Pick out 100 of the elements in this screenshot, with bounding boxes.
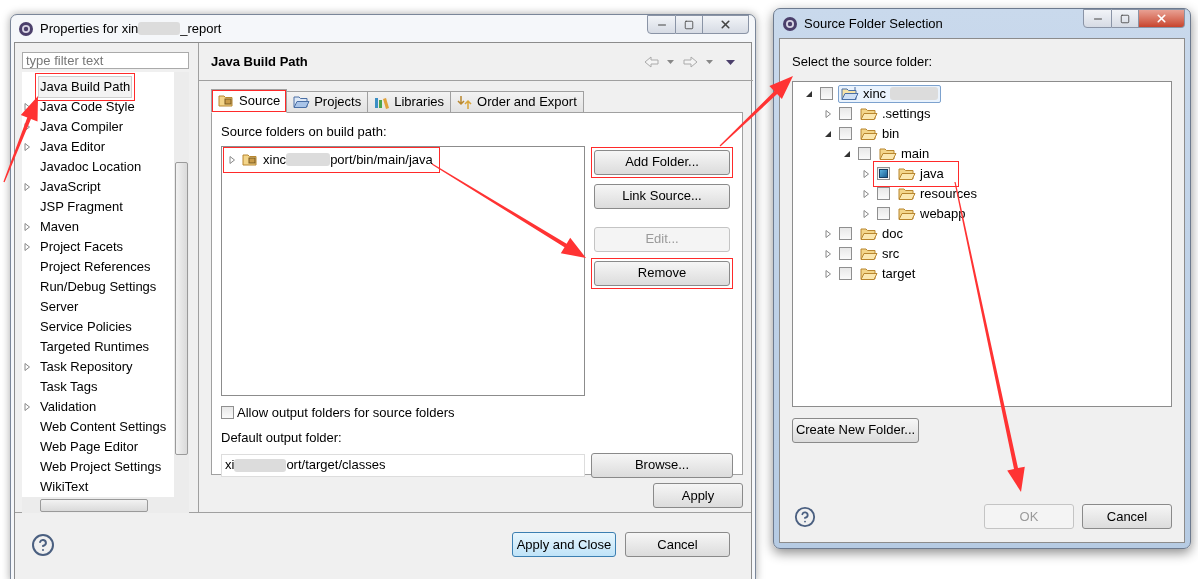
maximize-button[interactable] bbox=[676, 15, 703, 34]
folder-icon bbox=[898, 166, 916, 181]
dialog-button[interactable]: Create New Folder... bbox=[792, 417, 919, 443]
checkbox[interactable] bbox=[839, 227, 852, 240]
preference-tree-item[interactable]: Task Repository bbox=[38, 356, 135, 378]
close-icon bbox=[719, 18, 732, 31]
help-icon[interactable] bbox=[794, 505, 816, 528]
maximize-icon bbox=[684, 19, 694, 30]
preference-tree-item[interactable]: WikiText bbox=[38, 476, 91, 498]
tab[interactable]: Projects bbox=[286, 91, 369, 113]
folder-icon bbox=[860, 266, 878, 281]
redacted-blur bbox=[890, 87, 939, 100]
dialog-button[interactable]: Apply bbox=[653, 483, 743, 508]
dialog-button[interactable]: Cancel bbox=[1082, 504, 1172, 529]
folder-tree-item[interactable]: resources bbox=[895, 184, 981, 203]
close-button[interactable] bbox=[1139, 9, 1185, 28]
collapsed-triangle-icon[interactable] bbox=[23, 362, 33, 372]
redacted-blur bbox=[234, 458, 287, 472]
folder-tree-item[interactable]: xinc bbox=[838, 84, 942, 103]
output-folder-field[interactable]: xi ort/target/classes bbox=[221, 453, 585, 477]
collapsed-triangle-icon[interactable] bbox=[226, 154, 238, 165]
checkbox[interactable] bbox=[839, 267, 852, 280]
source-folders-label: Source folders on build path: bbox=[221, 123, 388, 141]
folder-icon bbox=[860, 106, 878, 121]
page-title: Java Build Path bbox=[211, 52, 308, 71]
horizontal-scrollbar[interactable] bbox=[22, 497, 189, 513]
preference-tree-item[interactable]: Run/Debug Settings bbox=[38, 276, 159, 298]
dialog-button[interactable]: Apply and Close bbox=[512, 532, 616, 557]
preference-tree-item[interactable]: Javadoc Location bbox=[38, 156, 144, 178]
preference-tree-item[interactable]: Project Facets bbox=[38, 236, 126, 258]
checkbox[interactable] bbox=[839, 107, 852, 120]
preference-tree-item[interactable]: Java Code Style bbox=[38, 96, 137, 118]
folder-tree-item[interactable]: src bbox=[857, 244, 903, 263]
collapsed-triangle-icon[interactable] bbox=[860, 168, 872, 179]
maximize-button[interactable] bbox=[1112, 9, 1139, 28]
tab[interactable]: Order and Export bbox=[450, 91, 584, 113]
preference-tree-item[interactable]: Project References bbox=[38, 256, 153, 278]
preference-tree-item[interactable]: Validation bbox=[38, 396, 99, 418]
collapsed-triangle-icon[interactable] bbox=[822, 248, 834, 259]
collapsed-triangle-icon[interactable] bbox=[23, 402, 33, 412]
window-title: Properties for xin _report bbox=[40, 19, 222, 38]
preference-tree-item[interactable]: Java Compiler bbox=[38, 116, 126, 138]
package-folder-icon bbox=[218, 94, 235, 108]
checkbox[interactable] bbox=[877, 167, 890, 180]
preference-tree-item[interactable]: Java Build Path bbox=[38, 76, 133, 98]
collapsed-triangle-icon[interactable] bbox=[822, 228, 834, 239]
collapsed-triangle-icon[interactable] bbox=[23, 182, 33, 192]
collapsed-triangle-icon[interactable] bbox=[822, 108, 834, 119]
preference-tree-item[interactable]: Web Content Settings bbox=[38, 416, 169, 438]
folder-icon bbox=[860, 246, 878, 261]
collapsed-triangle-icon[interactable] bbox=[822, 268, 834, 279]
tab[interactable]: Source bbox=[211, 89, 288, 113]
vertical-scrollbar[interactable] bbox=[174, 72, 189, 497]
dialog-button[interactable]: Add Folder... bbox=[594, 149, 730, 175]
folder-icon bbox=[898, 186, 916, 201]
preference-tree-item[interactable]: Java Editor bbox=[38, 136, 108, 158]
folder-tree-item[interactable]: java bbox=[895, 164, 947, 183]
package-folder-icon bbox=[242, 152, 259, 167]
checkbox-label: Allow output folders for source folders bbox=[237, 403, 455, 422]
source-folder-item[interactable]: xinc port/bin/main/java bbox=[226, 149, 437, 170]
tab[interactable]: Libraries bbox=[367, 91, 452, 113]
checkbox[interactable] bbox=[877, 207, 890, 220]
preference-tree-item[interactable]: Maven bbox=[38, 216, 82, 238]
checkbox[interactable] bbox=[877, 187, 890, 200]
folder-tree-item[interactable]: main bbox=[876, 144, 933, 163]
dialog-button[interactable]: Remove bbox=[594, 260, 730, 286]
folder-icon bbox=[879, 146, 897, 161]
folder-tree-item[interactable]: doc bbox=[857, 224, 906, 243]
instruction-label: Select the source folder: bbox=[792, 53, 934, 71]
checkbox[interactable] bbox=[221, 405, 234, 419]
folder-tree-item[interactable]: bin bbox=[857, 124, 903, 143]
checkbox[interactable] bbox=[858, 147, 871, 160]
maximize-icon bbox=[1120, 13, 1130, 24]
close-button[interactable] bbox=[703, 15, 749, 34]
project-folder-icon bbox=[841, 86, 859, 101]
preference-tree-item[interactable]: Server bbox=[38, 296, 81, 318]
close-icon bbox=[1155, 12, 1168, 25]
folder-tree-item[interactable]: target bbox=[857, 264, 919, 283]
dialog-button[interactable]: Link Source... bbox=[594, 183, 730, 209]
checkbox[interactable] bbox=[820, 87, 833, 100]
help-icon[interactable] bbox=[31, 532, 55, 557]
dialog-button[interactable]: Browse... bbox=[591, 452, 733, 478]
preference-tree-item[interactable]: Task Tags bbox=[38, 376, 100, 398]
folder-tree-item[interactable]: .settings bbox=[857, 104, 934, 123]
minimize-button[interactable] bbox=[647, 15, 676, 34]
preference-tree-item[interactable]: Service Policies bbox=[38, 316, 134, 338]
dialog-button[interactable]: Cancel bbox=[625, 532, 730, 557]
filter-field[interactable]: type filter text bbox=[22, 52, 189, 69]
collapsed-triangle-icon[interactable] bbox=[860, 208, 872, 219]
checkbox[interactable] bbox=[839, 127, 852, 140]
collapsed-triangle-icon[interactable] bbox=[860, 188, 872, 199]
preference-tree-item[interactable]: Web Project Settings bbox=[38, 456, 164, 478]
books-icon bbox=[374, 95, 391, 109]
checkbox[interactable] bbox=[839, 247, 852, 260]
preference-tree-item[interactable]: JSP Fragment bbox=[38, 196, 125, 218]
preference-tree-item[interactable]: JavaScript bbox=[38, 176, 103, 198]
redacted-blur bbox=[286, 153, 331, 166]
minimize-button[interactable] bbox=[1083, 9, 1112, 28]
preference-tree-item[interactable]: Web Page Editor bbox=[38, 436, 141, 458]
preference-tree-item[interactable]: Targeted Runtimes bbox=[38, 336, 152, 358]
